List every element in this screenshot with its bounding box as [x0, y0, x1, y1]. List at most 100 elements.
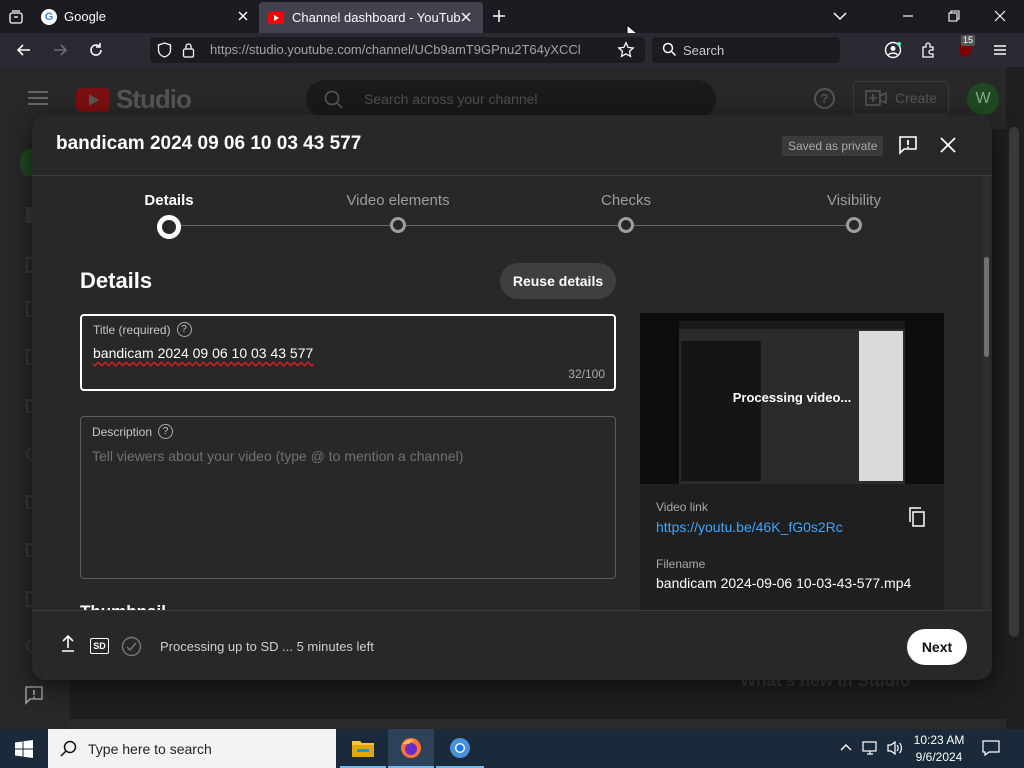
taskbar-search-placeholder: Type here to search [88, 741, 212, 757]
notifications-icon[interactable] [982, 739, 1000, 757]
studio-search-placeholder: Search across your channel [364, 91, 538, 107]
extensions-puzzle-icon[interactable] [914, 33, 944, 67]
tab-channel-dashboard[interactable]: Channel dashboard - YouTube S [259, 2, 483, 33]
upload-arrow-icon [60, 633, 76, 653]
video-link[interactable]: https://youtu.be/46K_fG0s2Rc [656, 519, 843, 535]
account-icon[interactable] [878, 33, 908, 67]
tab-google[interactable]: G Google [32, 0, 258, 33]
shield-icon[interactable] [157, 42, 172, 58]
sd-badge: SD [90, 638, 109, 654]
search-icon [324, 90, 343, 109]
tab-overview-icon[interactable] [5, 6, 27, 28]
close-icon[interactable] [939, 136, 957, 154]
show-hidden-icons-chevron-icon[interactable] [839, 741, 853, 753]
video-link-label: Video link [656, 500, 708, 514]
taskbar-search-box[interactable]: Type here to search [48, 729, 336, 768]
search-icon [662, 42, 677, 57]
extension-badge: 15 [961, 35, 976, 46]
browser-search-bar[interactable]: Search [652, 37, 840, 63]
browser-search-placeholder: Search [683, 43, 725, 58]
create-video-icon [865, 90, 887, 106]
copy-link-icon[interactable] [908, 507, 926, 527]
firefox-icon[interactable] [388, 729, 434, 768]
header-divider [32, 175, 992, 176]
url-text: https://studio.youtube.com/channel/UCb9a… [210, 42, 581, 57]
create-button[interactable]: Create [853, 81, 949, 115]
create-label: Create [895, 90, 938, 106]
processing-status: Processing up to SD ... 5 minutes left [160, 639, 374, 654]
tab-title: Channel dashboard - YouTube S [292, 10, 460, 25]
avatar[interactable]: W [967, 83, 999, 115]
step-details-dot[interactable] [157, 215, 181, 239]
help-circle-icon[interactable]: ? [158, 424, 174, 439]
thumbnail-heading: Thumbnail [80, 602, 166, 610]
title-field[interactable]: Title (required) ? bandicam 2024 09 06 1… [80, 314, 616, 391]
bookmark-star-icon[interactable] [617, 41, 635, 59]
ublock-extension-icon[interactable]: 15 [950, 33, 980, 67]
video-preview-card: Processing video... Video link https://y… [640, 313, 944, 610]
stepper-track [169, 225, 854, 226]
title-value: bandicam 2024 09 06 10 03 43 577 [93, 345, 314, 361]
tab-list-chevron-icon[interactable] [831, 8, 849, 24]
restore-window-icon[interactable] [946, 8, 962, 24]
forward-arrow-icon[interactable] [45, 33, 75, 67]
send-feedback-icon[interactable] [24, 685, 44, 705]
help-icon[interactable]: ? [814, 88, 835, 109]
page-scrollbar[interactable] [1006, 67, 1024, 729]
studio-logo-text: Studio [116, 84, 192, 114]
title-input-value[interactable]: bandicam 2024 09 06 10 03 43 577 [93, 345, 313, 361]
step-visibility-dot[interactable] [846, 217, 862, 233]
studio-menu-icon[interactable] [28, 90, 48, 106]
modal-scrollbar-thumb[interactable] [984, 257, 989, 357]
step-checks-label[interactable]: Checks [601, 192, 651, 209]
saved-status-badge: Saved as private [782, 136, 884, 156]
volume-icon[interactable] [886, 740, 904, 756]
reload-icon[interactable] [81, 33, 111, 67]
step-details-label[interactable]: Details [144, 192, 193, 209]
windows-start-icon[interactable] [0, 729, 48, 768]
close-window-icon[interactable] [992, 8, 1008, 24]
video-thumbnail[interactable]: Processing video... [640, 313, 944, 484]
studio-search-input[interactable]: Search across your channel [306, 80, 716, 118]
page-scrollbar-thumb[interactable] [1009, 127, 1019, 637]
details-heading: Details [80, 268, 153, 293]
reuse-details-button[interactable]: Reuse details [500, 263, 616, 299]
clock-time[interactable]: 10:23 AM [910, 733, 968, 747]
next-button[interactable]: Next [907, 629, 967, 665]
network-icon[interactable] [862, 740, 880, 756]
modal-footer: SD Processing up to SD ... 5 minutes lef… [32, 610, 992, 680]
tab-close-icon[interactable] [459, 10, 473, 24]
clock-date[interactable]: 9/6/2024 [910, 750, 968, 764]
description-field[interactable]: Description ? Tell viewers about your vi… [80, 416, 616, 579]
processing-overlay-text: Processing video... [732, 390, 852, 405]
chrome-icon[interactable] [436, 729, 484, 768]
studio-logo[interactable]: Studio [76, 84, 192, 115]
step-video-elements-label[interactable]: Video elements [346, 192, 449, 209]
file-explorer-icon[interactable] [340, 729, 386, 768]
filename-value: bandicam 2024-09-06 10-03-43-577.mp4 [656, 575, 912, 591]
title-field-label: Title (required) [93, 322, 171, 337]
step-checks-dot[interactable] [618, 217, 634, 233]
search-icon [60, 740, 77, 757]
lock-icon[interactable] [182, 42, 195, 58]
tab-close-icon[interactable] [236, 9, 250, 23]
modal-scrollbar[interactable] [982, 177, 990, 610]
minimize-window-icon[interactable] [900, 9, 916, 23]
hamburger-menu-icon[interactable] [985, 33, 1015, 67]
back-arrow-icon[interactable] [9, 33, 39, 67]
step-video-elements-dot[interactable] [390, 217, 406, 233]
description-field-label: Description [92, 424, 153, 439]
report-feedback-icon[interactable] [898, 135, 918, 155]
checks-circle-icon [121, 636, 142, 657]
step-visibility-label[interactable]: Visibility [827, 192, 881, 209]
filename-label: Filename [656, 557, 706, 571]
browser-tab-bar: G Google Channel dashboard - YouTube S [0, 0, 1024, 42]
youtube-favicon-icon [268, 11, 284, 24]
help-circle-icon[interactable]: ? [176, 322, 192, 337]
browser-toolbar: https://studio.youtube.com/channel/UCb9a… [0, 33, 1024, 67]
description-placeholder: Tell viewers about your video (type @ to… [92, 448, 464, 464]
new-tab-icon[interactable] [490, 7, 508, 25]
youtube-logo-icon [76, 87, 110, 112]
horizontal-scrollbar[interactable] [70, 719, 1006, 729]
url-bar[interactable]: https://studio.youtube.com/channel/UCb9a… [150, 37, 645, 63]
